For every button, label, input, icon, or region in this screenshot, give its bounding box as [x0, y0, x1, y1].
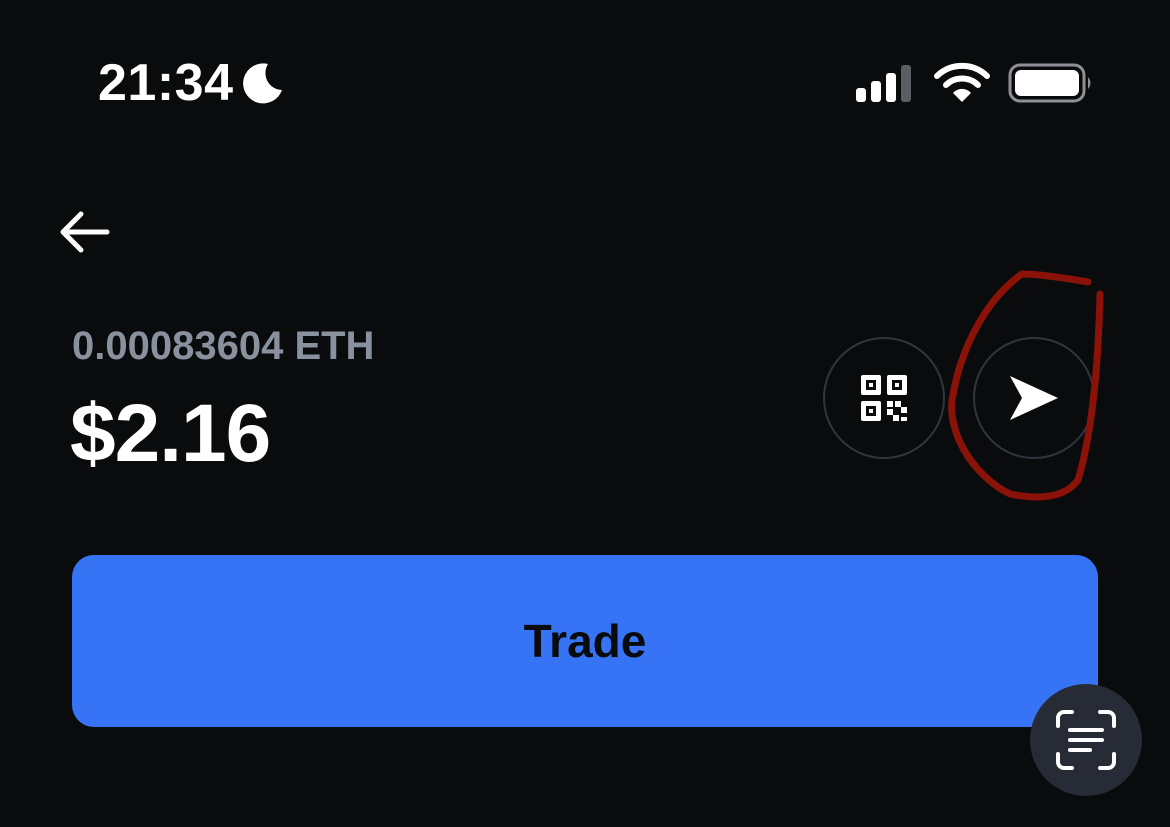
receive-button[interactable] — [823, 337, 945, 459]
paper-plane-icon — [1010, 376, 1058, 420]
battery-icon — [1008, 63, 1091, 103]
arrow-left-icon — [60, 211, 110, 253]
fiat-balance: $2.16 — [70, 388, 271, 479]
moon-icon — [243, 63, 282, 104]
crypto-balance: 0.00083604 ETH — [72, 324, 375, 368]
qr-code-icon — [861, 375, 907, 421]
text-scan-icon — [1056, 710, 1116, 770]
back-button[interactable] — [52, 200, 116, 264]
scan-text-button[interactable] — [1030, 684, 1142, 796]
cellular-signal-icon — [856, 65, 911, 102]
wifi-icon — [934, 62, 990, 102]
status-time: 21:34 — [98, 54, 234, 112]
trade-button[interactable]: Trade — [72, 555, 1098, 727]
send-button[interactable] — [973, 337, 1095, 459]
